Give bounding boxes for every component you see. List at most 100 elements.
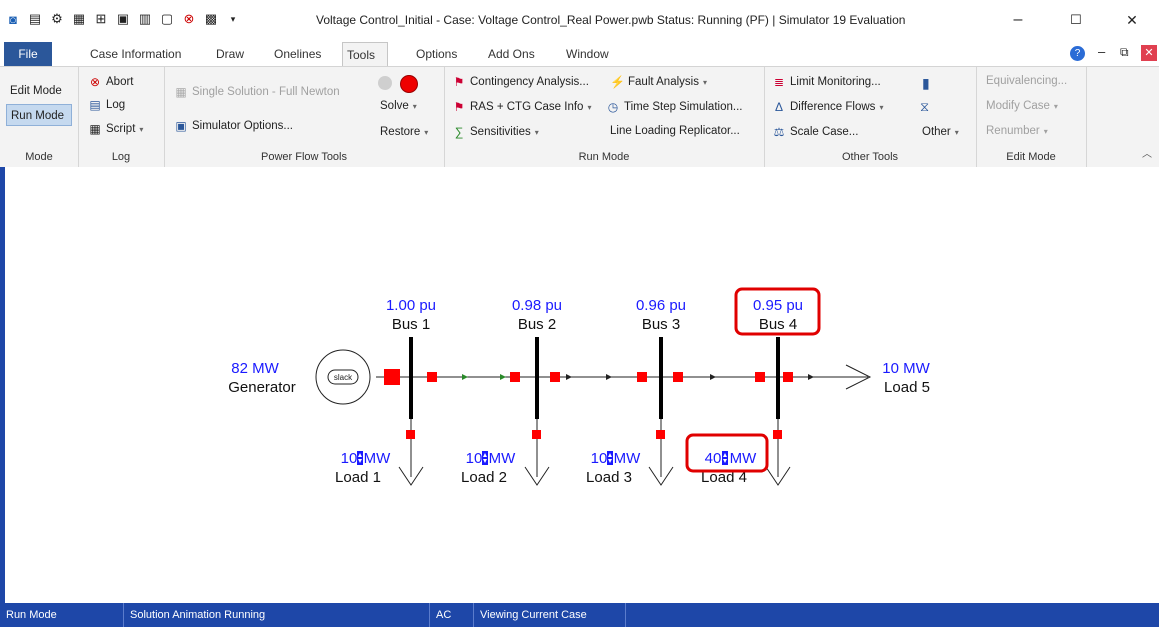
line-breaker[interactable] bbox=[637, 372, 647, 382]
restore-button[interactable]: Restore ▾ bbox=[380, 126, 428, 138]
toolbar-icon-3[interactable]: ⊞ bbox=[92, 10, 110, 28]
minimize-button[interactable]: – bbox=[998, 8, 1038, 32]
line-breaker[interactable] bbox=[673, 372, 683, 382]
customize-icon[interactable]: ▾ bbox=[224, 10, 242, 28]
load-1-breaker[interactable] bbox=[406, 430, 415, 439]
chevron-down-icon: ▾ bbox=[702, 77, 707, 87]
line-loading-replicator-button[interactable]: Line Loading Replicator... bbox=[610, 125, 740, 137]
load-3-spinner-icon[interactable] bbox=[607, 451, 613, 465]
bus-1-label: Bus 1 bbox=[392, 316, 430, 333]
chevron-down-icon: ▾ bbox=[412, 101, 417, 111]
tab-window[interactable]: Window bbox=[562, 42, 613, 66]
load-3-breaker[interactable] bbox=[656, 430, 665, 439]
tab-onelines[interactable]: Onelines bbox=[270, 42, 325, 66]
load-4-breaker[interactable] bbox=[773, 430, 782, 439]
database-icon[interactable]: ▮ bbox=[922, 75, 930, 92]
line-breaker[interactable] bbox=[427, 372, 437, 382]
oneline-canvas[interactable]: slack 82 MW Generator 1.00 pu Bus 1 0.98… bbox=[0, 167, 1159, 603]
toolbar-icon-2[interactable]: ▦ bbox=[70, 10, 88, 28]
ribbon-restore-icon[interactable]: ⧉ bbox=[1120, 45, 1129, 60]
edit-mode-button[interactable]: Edit Mode bbox=[6, 80, 72, 102]
load-3-value[interactable]: 10 bbox=[591, 450, 608, 467]
toolbar-icon-7[interactable]: ▩ bbox=[202, 10, 220, 28]
bus-3-label: Bus 3 bbox=[642, 316, 680, 333]
maximize-button[interactable]: ☐ bbox=[1056, 8, 1096, 32]
generator-breaker[interactable] bbox=[384, 369, 400, 385]
load-1-spinner-icon[interactable] bbox=[357, 451, 363, 465]
document-close-icon[interactable]: ✕ bbox=[1141, 45, 1157, 61]
group-run-mode: ⚑ Contingency Analysis... ⚡ Fault Analysis… bbox=[444, 67, 765, 167]
group-label-run-mode: Run Mode bbox=[578, 151, 630, 163]
play-icon[interactable] bbox=[378, 76, 392, 90]
script-button[interactable]: ▦ Script ▾ bbox=[88, 122, 143, 136]
group-log: ⊗ Abort ▤ Log ▦ Script ▾ Log bbox=[78, 67, 165, 167]
bus-4-voltage: 0.95 pu bbox=[753, 297, 803, 314]
oneline-diagram[interactable]: slack 82 MW Generator 1.00 pu Bus 1 0.98… bbox=[0, 167, 1159, 603]
load-2-spinner-icon[interactable] bbox=[482, 451, 488, 465]
group-label-log: Log bbox=[111, 151, 131, 163]
record-icon[interactable] bbox=[400, 75, 418, 93]
lightning-icon: ⚡ bbox=[610, 75, 625, 89]
generator-label: Generator bbox=[228, 379, 296, 396]
load-3[interactable] bbox=[648, 419, 674, 486]
chevron-down-icon: ▾ bbox=[879, 102, 884, 112]
tab-draw[interactable]: Draw bbox=[212, 42, 248, 66]
scale-case-button[interactable]: ⚖ Scale Case... bbox=[772, 125, 859, 139]
tab-add-ons[interactable]: Add Ons bbox=[484, 42, 539, 66]
ribbon-minimize-icon[interactable]: – bbox=[1098, 44, 1105, 59]
status-ac: AC bbox=[430, 603, 474, 627]
open-icon[interactable]: ▤ bbox=[26, 10, 44, 28]
run-mode-button[interactable]: Run Mode bbox=[6, 104, 72, 126]
tab-tools[interactable]: Tools bbox=[342, 42, 388, 67]
load-2[interactable] bbox=[524, 419, 550, 486]
load-4-value[interactable]: 40 bbox=[705, 450, 722, 467]
bus-4-label: Bus 4 bbox=[759, 316, 797, 333]
modify-case-button[interactable]: Modify Case ▾ bbox=[986, 100, 1058, 112]
toolbar-icon-5[interactable]: ▥ bbox=[136, 10, 154, 28]
limit-monitoring-button[interactable]: ≣ Limit Monitoring... bbox=[772, 75, 881, 89]
tab-options[interactable]: Options bbox=[412, 42, 461, 66]
toolbar-icon-4[interactable]: ▣ bbox=[114, 10, 132, 28]
solve-button[interactable]: Solve ▾ bbox=[380, 100, 417, 112]
close-button[interactable]: ✕ bbox=[1112, 8, 1152, 32]
line-breaker[interactable] bbox=[510, 372, 520, 382]
log-button[interactable]: ▤ Log bbox=[88, 98, 125, 112]
other-button[interactable]: Other ▾ bbox=[922, 126, 959, 138]
sensitivities-button[interactable]: ∑ Sensitivities ▾ bbox=[452, 125, 539, 139]
contingency-analysis-button[interactable]: ⚑ Contingency Analysis... bbox=[452, 75, 589, 89]
load-1-value[interactable]: 10 bbox=[341, 450, 358, 467]
tab-file[interactable]: File bbox=[4, 42, 52, 66]
bus-3-voltage: 0.96 pu bbox=[636, 297, 686, 314]
load-2-unit: MW bbox=[489, 450, 516, 467]
bus-2-voltage: 0.98 pu bbox=[512, 297, 562, 314]
time-step-simulation-button[interactable]: ◷ Time Step Simulation... bbox=[606, 100, 743, 114]
abort-icon[interactable]: ⊗ bbox=[180, 10, 198, 28]
fault-analysis-button[interactable]: ⚡ Fault Analysis ▾ bbox=[610, 75, 707, 89]
abort-button[interactable]: ⊗ Abort bbox=[88, 75, 134, 89]
equivalencing-button[interactable]: Equivalencing... bbox=[986, 75, 1067, 87]
single-solution-button[interactable]: ▦ Single Solution - Full Newton bbox=[174, 85, 339, 99]
tab-case-information[interactable]: Case Information bbox=[86, 42, 185, 66]
line-breaker[interactable] bbox=[550, 372, 560, 382]
load-5-value: 10 MW bbox=[882, 360, 930, 377]
load-2-breaker[interactable] bbox=[532, 430, 541, 439]
ras-ctg-button[interactable]: ⚑ RAS + CTG Case Info ▾ bbox=[452, 100, 592, 114]
load-3-unit: MW bbox=[614, 450, 641, 467]
toolbar-icon-6[interactable]: ▢ bbox=[158, 10, 176, 28]
line-breaker[interactable] bbox=[783, 372, 793, 382]
load-4-spinner-icon[interactable] bbox=[722, 451, 728, 465]
group-other-tools: ≣ Limit Monitoring... Δ Difference Flows ▾ … bbox=[764, 67, 977, 167]
simulator-options-button[interactable]: ▣ Simulator Options... bbox=[174, 119, 293, 133]
ras-icon: ⚑ bbox=[453, 100, 465, 114]
filter-icon[interactable]: ⧖ bbox=[920, 99, 929, 115]
load-4[interactable] bbox=[765, 419, 791, 486]
help-icon[interactable]: ? bbox=[1070, 46, 1085, 61]
line-breaker[interactable] bbox=[755, 372, 765, 382]
load-2-value[interactable]: 10 bbox=[466, 450, 483, 467]
toolbar-icon-1[interactable]: ⚙ bbox=[48, 10, 66, 28]
renumber-button[interactable]: Renumber ▾ bbox=[986, 125, 1048, 137]
collapse-ribbon-icon[interactable]: ︿ bbox=[1142, 145, 1152, 160]
difference-flows-button[interactable]: Δ Difference Flows ▾ bbox=[772, 100, 883, 114]
load-1[interactable] bbox=[398, 419, 424, 486]
generator-output-value: 82 MW bbox=[231, 360, 279, 377]
